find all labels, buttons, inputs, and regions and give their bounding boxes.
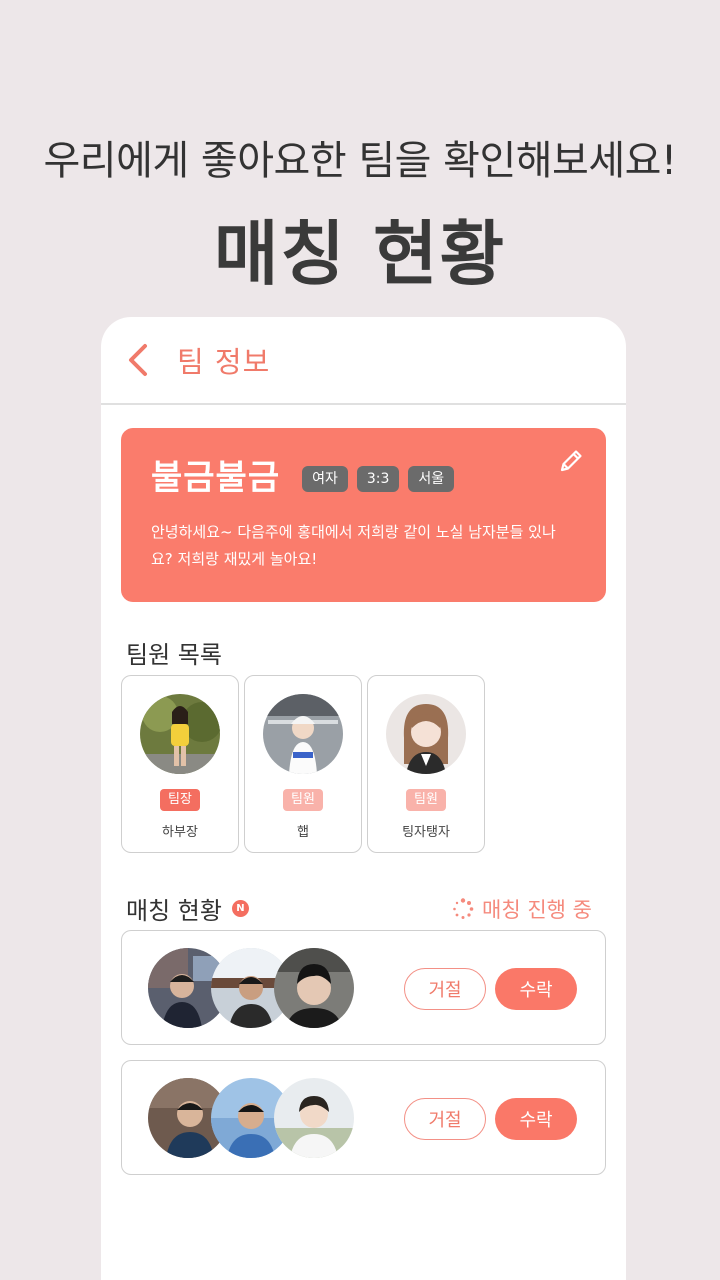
reject-button[interactable]: 거절 <box>404 968 486 1010</box>
promo-title: 매칭 현황 <box>214 213 506 295</box>
match-request-card: 거절 수락 <box>121 1060 606 1175</box>
team-avatar-group[interactable] <box>148 948 358 1028</box>
accept-button[interactable]: 수락 <box>495 1098 577 1140</box>
role-badge: 팀장 <box>160 789 200 811</box>
team-info-card: 불금불금 여자 3:3 서울 안녕하세요~ 다음주에 홍대에서 저희랑 같이 노… <box>121 428 606 602</box>
avatar <box>274 1078 354 1158</box>
team-name: 불금불금 <box>151 458 281 498</box>
phone-screen: 팀 정보 불금불금 여자 3:3 서울 안녕하세요~ 다음주에 홍대에서 저희랑… <box>101 317 626 1280</box>
top-bar: 팀 정보 <box>101 317 626 405</box>
team-avatar-group[interactable] <box>148 1078 358 1158</box>
reject-button[interactable]: 거절 <box>404 1098 486 1140</box>
member-name: 팅자탱자 <box>402 825 450 840</box>
page-title: 팀 정보 <box>177 345 271 379</box>
team-size-tag: 3:3 <box>356 465 400 492</box>
matching-title-label: 매칭 현황 <box>126 897 222 925</box>
member-name: 하부장 <box>162 825 198 840</box>
member-card[interactable]: 팀원 햅 <box>244 675 362 853</box>
loading-spinner-icon <box>453 898 474 919</box>
member-card[interactable]: 팀장 하부장 <box>121 675 239 853</box>
avatar <box>274 948 354 1028</box>
member-name: 햅 <box>297 825 309 840</box>
back-button[interactable] <box>123 340 153 380</box>
matching-status: 매칭 진행 중 <box>452 894 592 924</box>
chevron-left-icon <box>129 344 147 376</box>
role-badge: 팀원 <box>283 789 323 811</box>
avatar <box>263 694 343 774</box>
edit-button[interactable] <box>556 446 586 476</box>
team-description: 안녕하세요~ 다음주에 홍대에서 저희랑 같이 노실 남자분들 있나요? 저희랑… <box>151 523 556 568</box>
avatar <box>140 694 220 774</box>
role-badge: 팀원 <box>406 789 446 811</box>
match-request-card: 거절 수락 <box>121 930 606 1045</box>
new-badge: N <box>231 900 249 917</box>
members-section-title: 팀원 목록 <box>126 641 222 669</box>
team-tags: 여자 3:3 서울 <box>302 465 455 492</box>
member-card[interactable]: 팀원 팅자탱자 <box>367 675 485 853</box>
accept-button[interactable]: 수락 <box>495 968 577 1010</box>
region-tag: 서울 <box>408 465 455 492</box>
gender-tag: 여자 <box>302 465 348 492</box>
matching-section-title: 매칭 현황 N <box>126 891 249 926</box>
matching-status-label: 매칭 진행 중 <box>482 898 592 922</box>
member-list: 팀장 하부장 팀원 햅 팀원 팅자탱자 <box>121 675 485 853</box>
pencil-icon <box>560 450 582 472</box>
promo-subtitle: 우리에게 좋아요한 팀을 확인해보세요! <box>43 138 677 184</box>
avatar <box>386 694 466 774</box>
